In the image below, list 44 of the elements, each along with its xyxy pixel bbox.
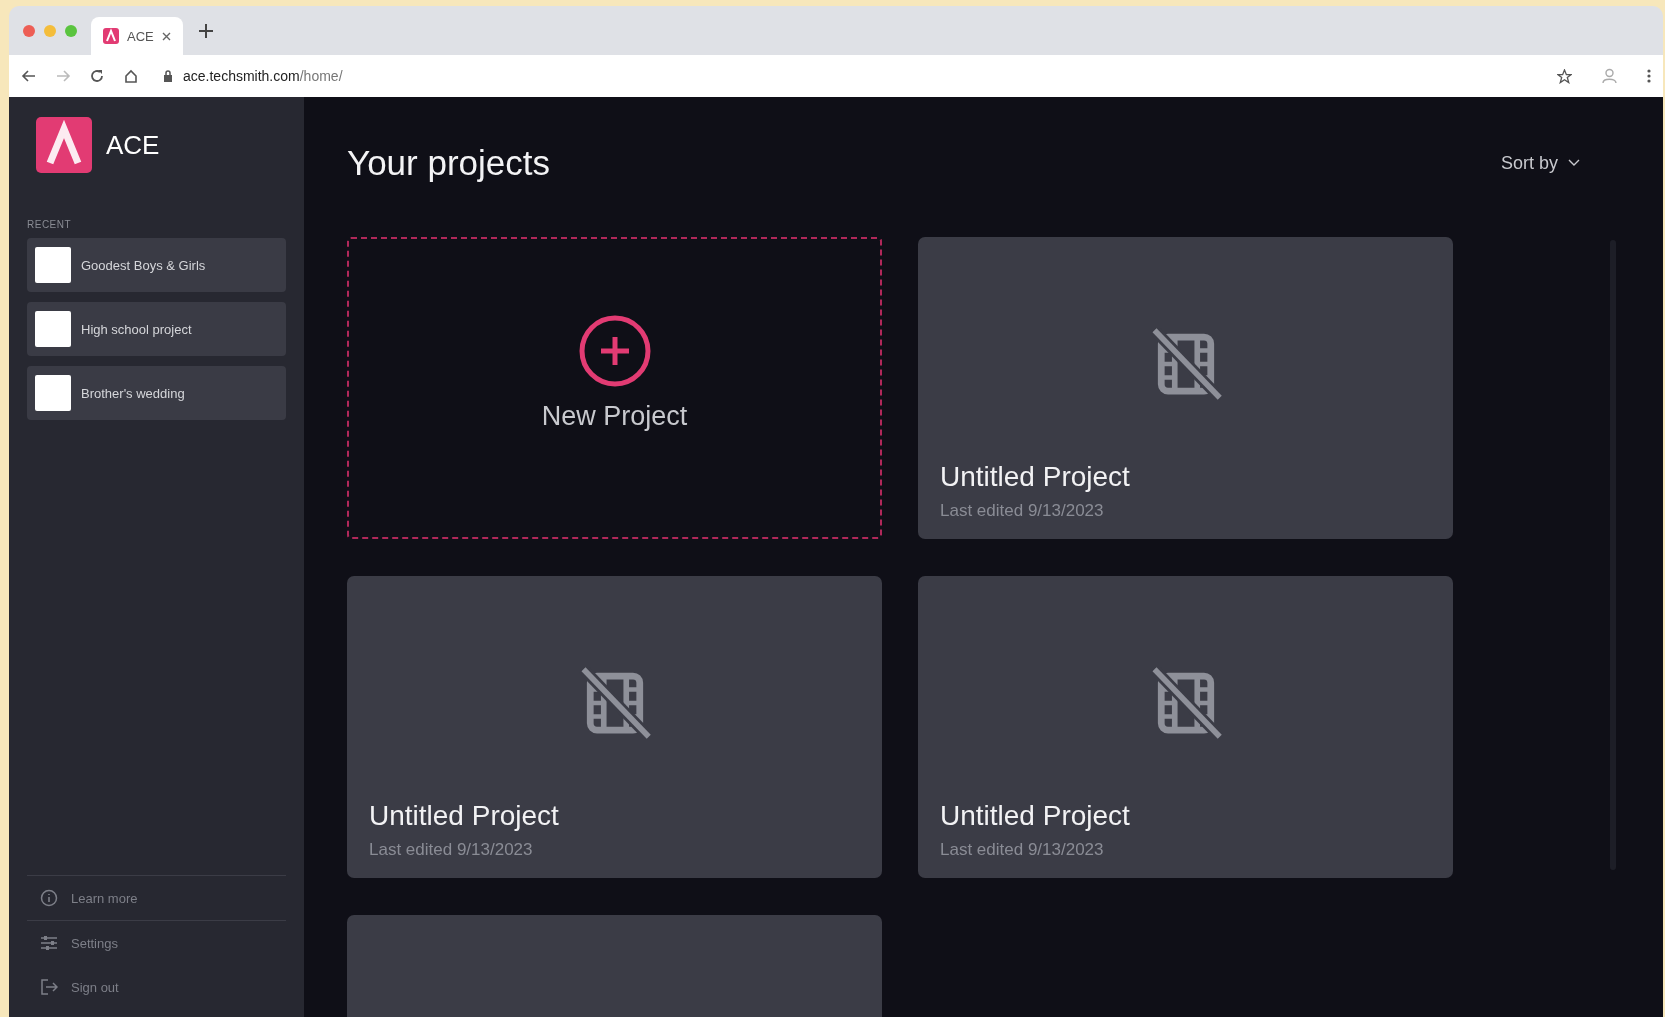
project-thumbnail	[35, 375, 71, 411]
sidebar-link[interactable]: Learn more	[27, 875, 286, 920]
sidebar-link[interactable]: Sign out	[27, 965, 286, 1009]
app-logo-icon	[103, 28, 119, 44]
project-card[interactable]: Untitled Project Last edited 9/13/2023	[347, 576, 882, 878]
no-video-icon	[578, 667, 651, 739]
last-edited-date: Last edited 9/13/2023	[940, 501, 1104, 521]
last-edited-date: Last edited 9/13/2023	[369, 840, 533, 860]
project-thumbnail	[35, 311, 71, 347]
url-text: ace.techsmith.com/home/	[183, 68, 343, 84]
project-title: Untitled Project	[369, 800, 559, 832]
app-name: ACE	[106, 129, 160, 161]
project-title: Untitled Project	[940, 800, 1130, 832]
close-icon[interactable]	[161, 31, 171, 41]
project-title: Untitled Project	[940, 461, 1130, 493]
no-video-icon	[1149, 667, 1222, 739]
sliders-icon	[40, 934, 58, 952]
plus-circle-icon	[578, 315, 651, 387]
lock-icon	[163, 70, 173, 82]
back-icon[interactable]	[21, 68, 37, 84]
sidebar-link[interactable]: Settings	[27, 920, 286, 965]
recent-project-item[interactable]: Brother's wedding	[27, 366, 286, 420]
app-logo-icon	[36, 117, 92, 173]
project-card[interactable]: Untitled Project Last edited 9/13/2023	[918, 237, 1453, 539]
info-icon	[40, 889, 58, 907]
sort-dropdown[interactable]: Sort by	[1500, 152, 1580, 174]
section-label: RECENT	[27, 219, 73, 230]
no-video-icon	[1149, 328, 1222, 400]
home-icon[interactable]	[123, 68, 139, 84]
more-icon[interactable]	[1647, 69, 1651, 83]
new-project-button[interactable]: New Project	[347, 237, 882, 539]
reload-icon[interactable]	[89, 68, 105, 84]
chevron-down-icon	[1568, 159, 1580, 167]
project-thumbnail	[35, 247, 71, 283]
recent-project-item[interactable]: High school project	[27, 302, 286, 356]
sign-out-icon	[40, 978, 58, 996]
page-title: Your projects	[347, 143, 550, 183]
project-card[interactable]: Untitled Project Last edited 9/13/2023	[918, 576, 1453, 878]
star-icon[interactable]	[1557, 68, 1572, 84]
plus-icon	[198, 23, 213, 38]
close-window-button[interactable]	[23, 24, 35, 37]
last-edited-date: Last edited 9/13/2023	[940, 840, 1104, 860]
recent-project-item[interactable]: Goodest Boys & Girls	[27, 238, 286, 292]
browser-tab[interactable]: ACE	[91, 17, 183, 55]
